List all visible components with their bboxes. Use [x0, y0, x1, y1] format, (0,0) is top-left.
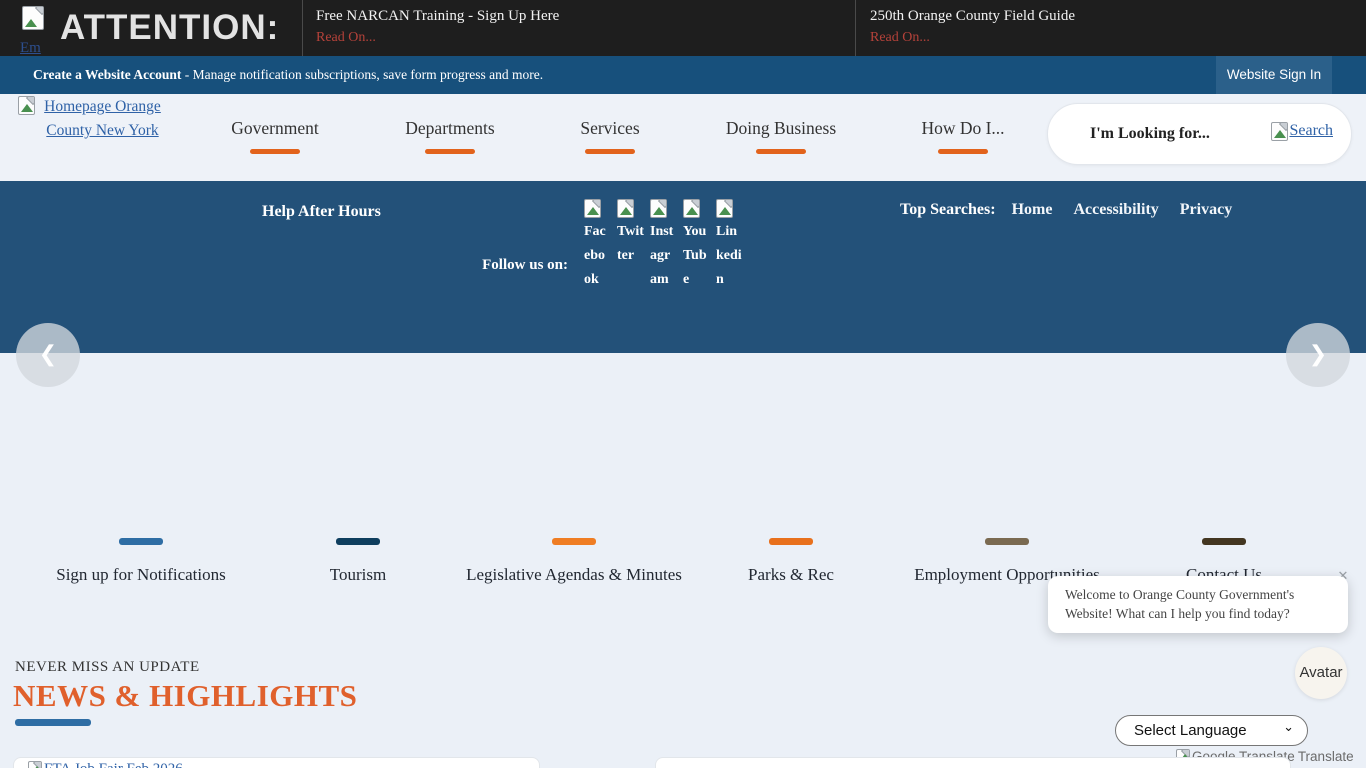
website-sign-in-button[interactable]: Website Sign In — [1216, 56, 1332, 94]
alert-image-alt-link[interactable]: Em — [20, 40, 41, 56]
divider — [302, 0, 303, 56]
social-link-facebook[interactable]: Facebook — [584, 199, 611, 292]
main-navbar: Homepage Orange County New York Governme… — [0, 94, 1366, 181]
news-card-link[interactable]: FTA Job Fair Feb 2026 — [28, 761, 183, 768]
social-links: Facebook Twitter Instagram YouTube Linke… — [584, 199, 749, 292]
attention-label: ATTENTION: — [60, 0, 279, 56]
divider — [855, 0, 856, 56]
nav-item-services[interactable]: Services — [550, 118, 670, 154]
social-link-linkedin[interactable]: Linkedin — [716, 199, 743, 292]
translate-link[interactable]: Translate — [1298, 749, 1354, 764]
help-after-hours-link[interactable]: Help After Hours — [262, 203, 381, 221]
nav-underline — [938, 149, 988, 154]
homepage-logo-link[interactable]: Homepage Orange County New York — [30, 95, 175, 143]
alert-item: 250th Orange County Field Guide Read On.… — [870, 8, 1075, 46]
account-description: - Manage notification subscriptions, sav… — [185, 67, 543, 82]
create-account-link[interactable]: Create a Website Account — [33, 67, 181, 82]
read-on-link[interactable]: Read On... — [316, 30, 559, 46]
social-link-youtube[interactable]: YouTube — [683, 199, 710, 292]
youtube-icon — [683, 199, 700, 218]
quicklink-color-bar — [336, 538, 380, 545]
top-search-privacy[interactable]: Privacy — [1180, 201, 1232, 219]
news-eyebrow: NEVER MISS AN UPDATE — [15, 659, 200, 676]
top-searches: Top Searches: Home Accessibility Privacy — [900, 201, 1253, 219]
alert-title: 250th Orange County Field Guide — [870, 8, 1075, 25]
nav-underline — [756, 149, 806, 154]
news-card — [655, 757, 1291, 768]
nav-item-doing-business[interactable]: Doing Business — [711, 118, 851, 154]
nav-item-how-do-i[interactable]: How Do I... — [903, 118, 1023, 154]
quicklink-color-bar — [119, 538, 163, 545]
quicklink-parks-rec[interactable]: Parks & Rec — [681, 538, 901, 585]
hero-section: Help After Hours Follow us on: Facebook … — [0, 181, 1366, 353]
language-select[interactable]: Select Language — [1115, 715, 1308, 746]
site-search: Search — [1047, 103, 1352, 165]
alert-title: Free NARCAN Training - Sign Up Here — [316, 8, 559, 25]
quicklink-tourism[interactable]: Tourism — [248, 538, 468, 585]
quicklink-notifications[interactable]: Sign up for Notifications — [31, 538, 251, 585]
quicklink-color-bar — [985, 538, 1029, 545]
attention-bar: Em ATTENTION: Free NARCAN Training - Sig… — [0, 0, 1366, 56]
create-account-text[interactable]: Create a Website Account - Manage notifi… — [33, 56, 543, 94]
facebook-icon — [584, 199, 601, 218]
top-searches-label: Top Searches: — [900, 201, 996, 219]
news-accent-bar — [15, 719, 91, 726]
account-bar: Create a Website Account - Manage notifi… — [0, 56, 1366, 94]
social-link-twitter[interactable]: Twitter — [617, 199, 644, 292]
carousel-prev-button[interactable]: ❮ — [16, 323, 80, 387]
quicklink-color-bar — [769, 538, 813, 545]
nav-underline — [250, 149, 300, 154]
carousel-next-button[interactable]: ❯ — [1286, 323, 1350, 387]
news-card: FTA Job Fair Feb 2026 — [13, 757, 540, 768]
chat-bubble: Welcome to Orange County Government's We… — [1048, 576, 1348, 633]
broken-image-icon — [22, 6, 44, 30]
chat-message: Welcome to Orange County Government's We… — [1065, 586, 1331, 624]
top-search-home[interactable]: Home — [1012, 201, 1053, 219]
nav-underline — [425, 149, 475, 154]
linkedin-icon — [716, 199, 733, 218]
search-input[interactable] — [1090, 118, 1260, 150]
social-link-instagram[interactable]: Instagram — [650, 199, 677, 292]
top-search-accessibility[interactable]: Accessibility — [1073, 201, 1158, 219]
chat-avatar[interactable]: Avatar — [1295, 647, 1347, 699]
nav-item-departments[interactable]: Departments — [390, 118, 510, 154]
instagram-icon — [650, 199, 667, 218]
search-icon — [1271, 122, 1288, 141]
news-highlights-title: NEWS & HIGHLIGHTS — [13, 678, 357, 714]
quicklink-color-bar — [1202, 538, 1246, 545]
nav-underline — [585, 149, 635, 154]
quicklink-legislative-agendas[interactable]: Legislative Agendas & Minutes — [464, 538, 684, 585]
follow-us-label: Follow us on: — [455, 257, 568, 274]
broken-image-icon — [28, 761, 42, 768]
orange-county-homepage: Em ATTENTION: Free NARCAN Training - Sig… — [0, 0, 1366, 768]
language-select-wrap: Select Language ⌄ — [1115, 715, 1308, 746]
read-on-link[interactable]: Read On... — [870, 30, 1075, 46]
alert-item: Free NARCAN Training - Sign Up Here Read… — [316, 8, 559, 46]
quicklink-color-bar — [552, 538, 596, 545]
nav-item-government[interactable]: Government — [215, 118, 335, 154]
twitter-icon — [617, 199, 634, 218]
search-button[interactable]: Search — [1271, 122, 1333, 141]
